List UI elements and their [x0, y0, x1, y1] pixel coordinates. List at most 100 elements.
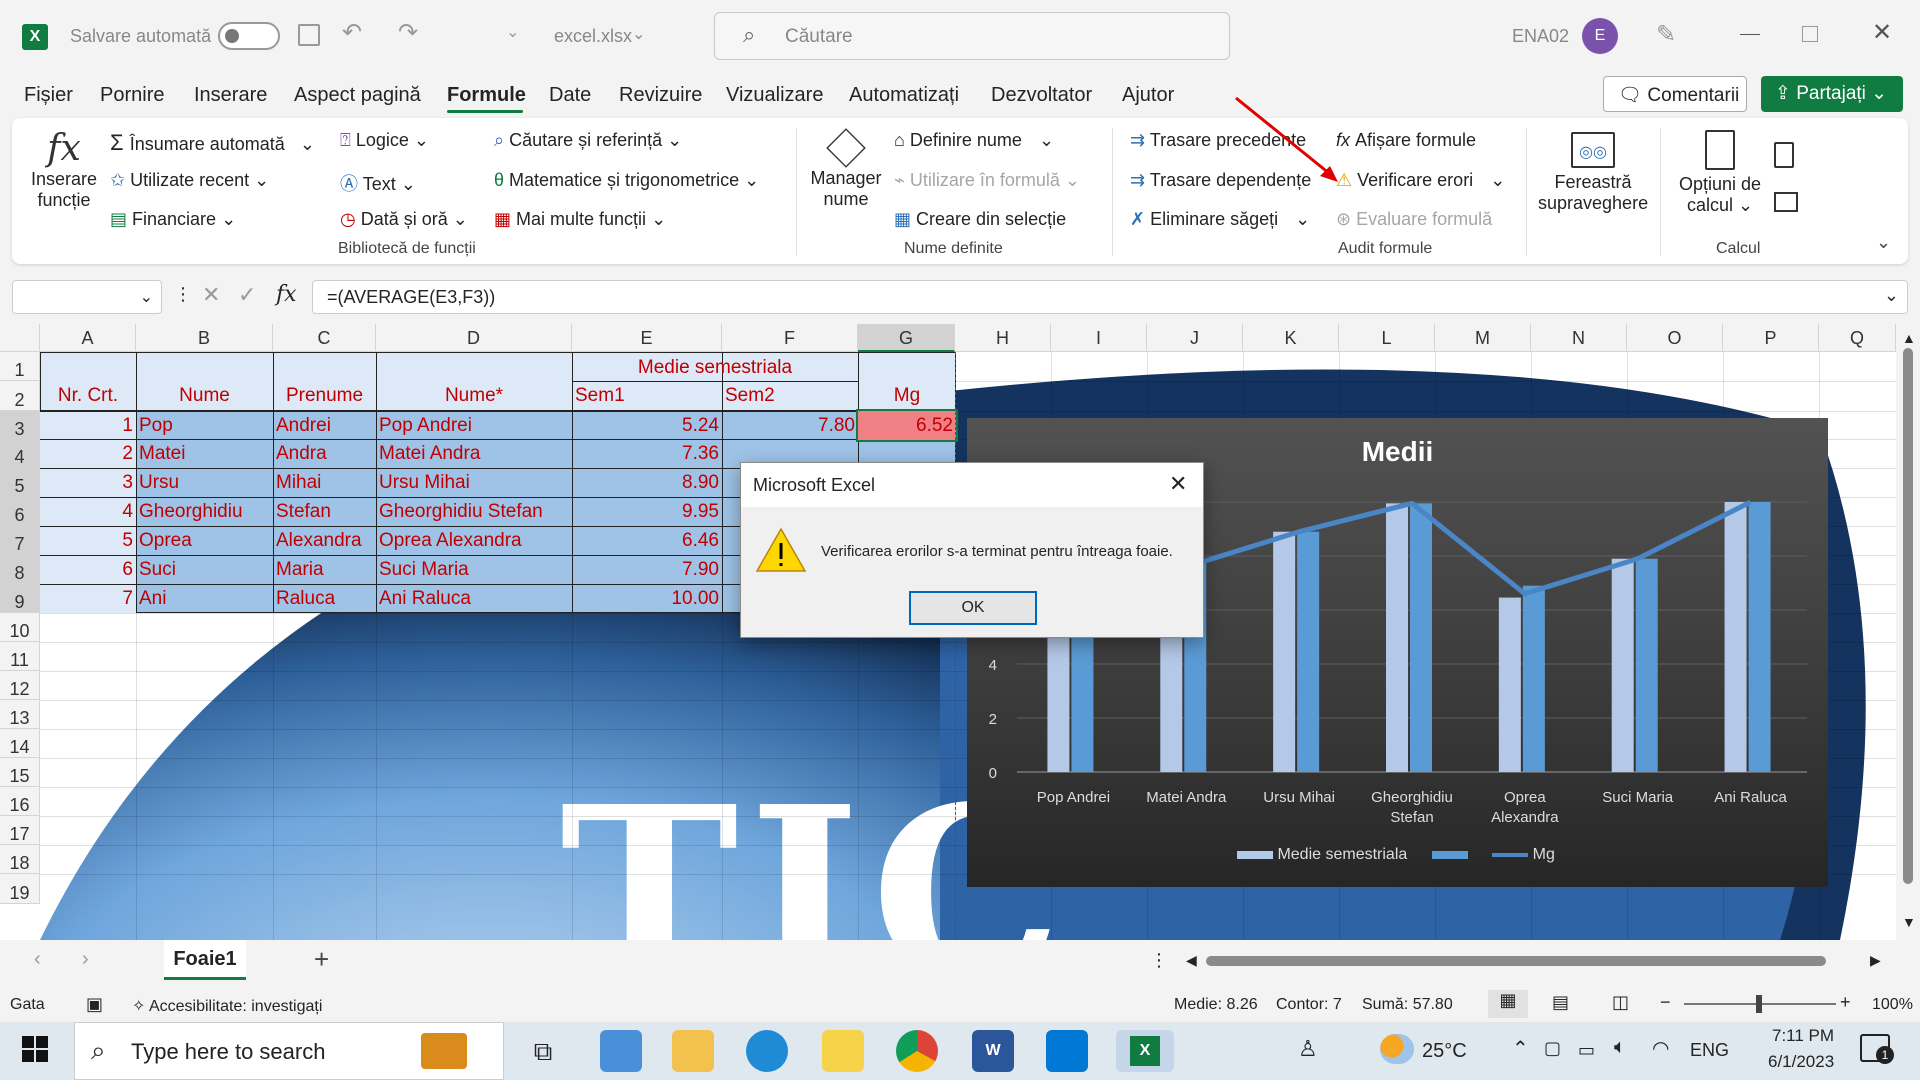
math-button[interactable]: θ Matematice și trigonometrice ⌄ — [494, 170, 759, 191]
dialog-close-button[interactable]: ✕ — [1169, 471, 1187, 497]
cancel-icon[interactable]: ✕ — [202, 282, 220, 308]
cell-nr[interactable]: 3 — [40, 468, 136, 497]
menu-pornire[interactable]: Pornire — [100, 84, 164, 107]
sheet-tab-active[interactable]: Foaie1 — [164, 940, 246, 980]
calculate-sheet-icon[interactable] — [1774, 192, 1798, 212]
edge-icon[interactable] — [746, 1030, 788, 1072]
row-header-3[interactable]: 3 — [0, 411, 40, 439]
cell-mg[interactable]: 6.52 — [856, 409, 958, 442]
row-header-13[interactable]: 13 — [0, 700, 40, 729]
cell-sem1[interactable]: 5.24 — [572, 411, 722, 440]
column-header-F[interactable]: F — [722, 324, 858, 352]
cell-sem1[interactable]: 8.90 — [572, 468, 722, 497]
name-manager-button[interactable]: Manager nume — [806, 128, 886, 228]
file-name[interactable]: excel.xlsx — [554, 26, 632, 47]
column-header-C[interactable]: C — [273, 324, 376, 352]
more-options-icon[interactable]: ⋮ — [174, 284, 192, 305]
cell-prenume[interactable]: Stefan — [273, 497, 376, 526]
menu-date[interactable]: Date — [549, 84, 591, 107]
undo-icon[interactable]: ↶ — [342, 18, 362, 47]
row-header-15[interactable]: 15 — [0, 758, 40, 787]
column-header-K[interactable]: K — [1243, 324, 1339, 352]
menu-fisier[interactable]: Fișier — [24, 84, 73, 107]
scroll-right-icon[interactable]: ▶ — [1870, 952, 1881, 969]
normal-view-icon[interactable]: ▦ — [1488, 990, 1528, 1018]
define-name-button[interactable]: ⌂ Definire nume ⌄ — [894, 130, 1054, 151]
weather-icon[interactable] — [1380, 1034, 1414, 1064]
weather-temp[interactable]: 25°C — [1422, 1040, 1467, 1063]
close-button[interactable]: ✕ — [1872, 18, 1892, 47]
header-nume-full[interactable]: Nume* — [376, 381, 572, 410]
scroll-left-icon[interactable]: ◀ — [1186, 952, 1197, 969]
column-header-B[interactable]: B — [136, 324, 273, 352]
search-box[interactable]: ⌕ Căutare — [714, 12, 1230, 60]
menu-ajutor[interactable]: Ajutor — [1122, 84, 1174, 107]
excel-taskbar-icon[interactable]: X — [1116, 1030, 1174, 1072]
chrome-icon[interactable] — [896, 1030, 938, 1072]
column-header-H[interactable]: H — [955, 324, 1051, 352]
header-mg[interactable]: Mg — [858, 381, 956, 410]
cell-prenume[interactable]: Mihai — [273, 468, 376, 497]
row-header-16[interactable]: 16 — [0, 787, 40, 816]
row-header-4[interactable]: 4 — [0, 439, 40, 468]
cell-nume[interactable]: Pop — [136, 411, 273, 440]
redo-icon[interactable]: ↷ — [398, 18, 418, 47]
select-all-corner[interactable] — [0, 324, 40, 352]
column-header-J[interactable]: J — [1147, 324, 1243, 352]
meet-icon[interactable]: ▢ — [1544, 1038, 1561, 1059]
menu-dezvoltator[interactable]: Dezvoltator — [991, 84, 1092, 107]
h-scroll-thumb[interactable] — [1206, 956, 1826, 966]
insert-function-button[interactable]: fx Inserare funcție — [28, 128, 100, 228]
language-indicator[interactable]: ENG — [1690, 1040, 1729, 1061]
cell-nr[interactable]: 1 — [40, 411, 136, 440]
cell-nr[interactable]: 4 — [40, 497, 136, 526]
cell-sem1[interactable]: 7.36 — [572, 439, 722, 468]
watch-window-button[interactable]: ◎◎ Fereastră supraveghere — [1538, 128, 1648, 228]
scroll-thumb[interactable] — [1903, 348, 1913, 884]
control-panel-icon[interactable] — [600, 1030, 642, 1072]
clock-time[interactable]: 7:11 PM — [1772, 1026, 1834, 1046]
cell-sem1[interactable]: 10.00 — [572, 584, 722, 613]
row-header-19[interactable]: 19 — [0, 874, 40, 904]
zoom-level[interactable]: 100% — [1872, 996, 1913, 1014]
zoom-out-icon[interactable]: − — [1660, 992, 1671, 1013]
row-header-17[interactable]: 17 — [0, 816, 40, 845]
error-checking-button[interactable]: ⚠ Verificare erori ⌄ — [1336, 170, 1505, 191]
header-prenume[interactable]: Prenume — [273, 381, 376, 410]
column-header-D[interactable]: D — [376, 324, 572, 352]
cell-nr[interactable]: 5 — [40, 526, 136, 555]
more-functions-button[interactable]: ▦ Mai multe funcții ⌄ — [494, 209, 666, 230]
cell-nume-full[interactable]: Ursu Mihai — [376, 468, 572, 497]
column-header-A[interactable]: A — [40, 324, 136, 352]
task-view-icon[interactable]: ⧉ — [522, 1030, 564, 1072]
vscode-icon[interactable] — [1046, 1030, 1088, 1072]
menu-revizuire[interactable]: Revizuire — [619, 84, 702, 107]
logical-button[interactable]: ⍰ Logice ⌄ — [340, 130, 429, 151]
cell-nume-full[interactable]: Matei Andra — [376, 439, 572, 468]
cell-prenume[interactable]: Andra — [273, 439, 376, 468]
cell-prenume[interactable]: Raluca — [273, 584, 376, 613]
clock-date[interactable]: 6/1/2023 — [1768, 1052, 1834, 1072]
autosave-toggle[interactable] — [218, 22, 280, 50]
macro-record-icon[interactable]: ▣ — [86, 994, 103, 1015]
people-icon[interactable]: ♙ — [1298, 1036, 1318, 1062]
lookup-button[interactable]: ⌕ Căutare și referință ⌄ — [494, 130, 682, 151]
header-sem2[interactable]: Sem2 — [722, 381, 858, 410]
page-layout-icon[interactable]: ▤ — [1552, 992, 1569, 1013]
notifications-icon[interactable]: 1 — [1860, 1034, 1894, 1064]
start-button[interactable] — [22, 1036, 48, 1062]
column-header-Q[interactable]: Q — [1819, 324, 1896, 352]
cell-nr[interactable]: 7 — [40, 584, 136, 613]
evaluate-formula-button[interactable]: ⊛ Evaluare formulă — [1336, 209, 1492, 230]
cell-nume[interactable]: Ursu — [136, 468, 273, 497]
create-from-selection-button[interactable]: ▦ Creare din selecție — [894, 209, 1066, 230]
cell-nr[interactable]: 2 — [40, 439, 136, 468]
customize-qat-icon[interactable]: ⌄ — [506, 22, 519, 42]
row-header-5[interactable]: 5 — [0, 468, 40, 497]
remove-arrows-button[interactable]: ✗ Eliminare săgeți ⌄ — [1130, 209, 1310, 230]
row-header-9[interactable]: 9 — [0, 584, 40, 613]
header-nume[interactable]: Nume — [136, 381, 273, 410]
volume-icon[interactable]: 🔈︎ — [1614, 1036, 1626, 1059]
dialog-ok-button[interactable]: OK — [909, 591, 1037, 625]
calculate-now-icon[interactable] — [1774, 142, 1794, 168]
